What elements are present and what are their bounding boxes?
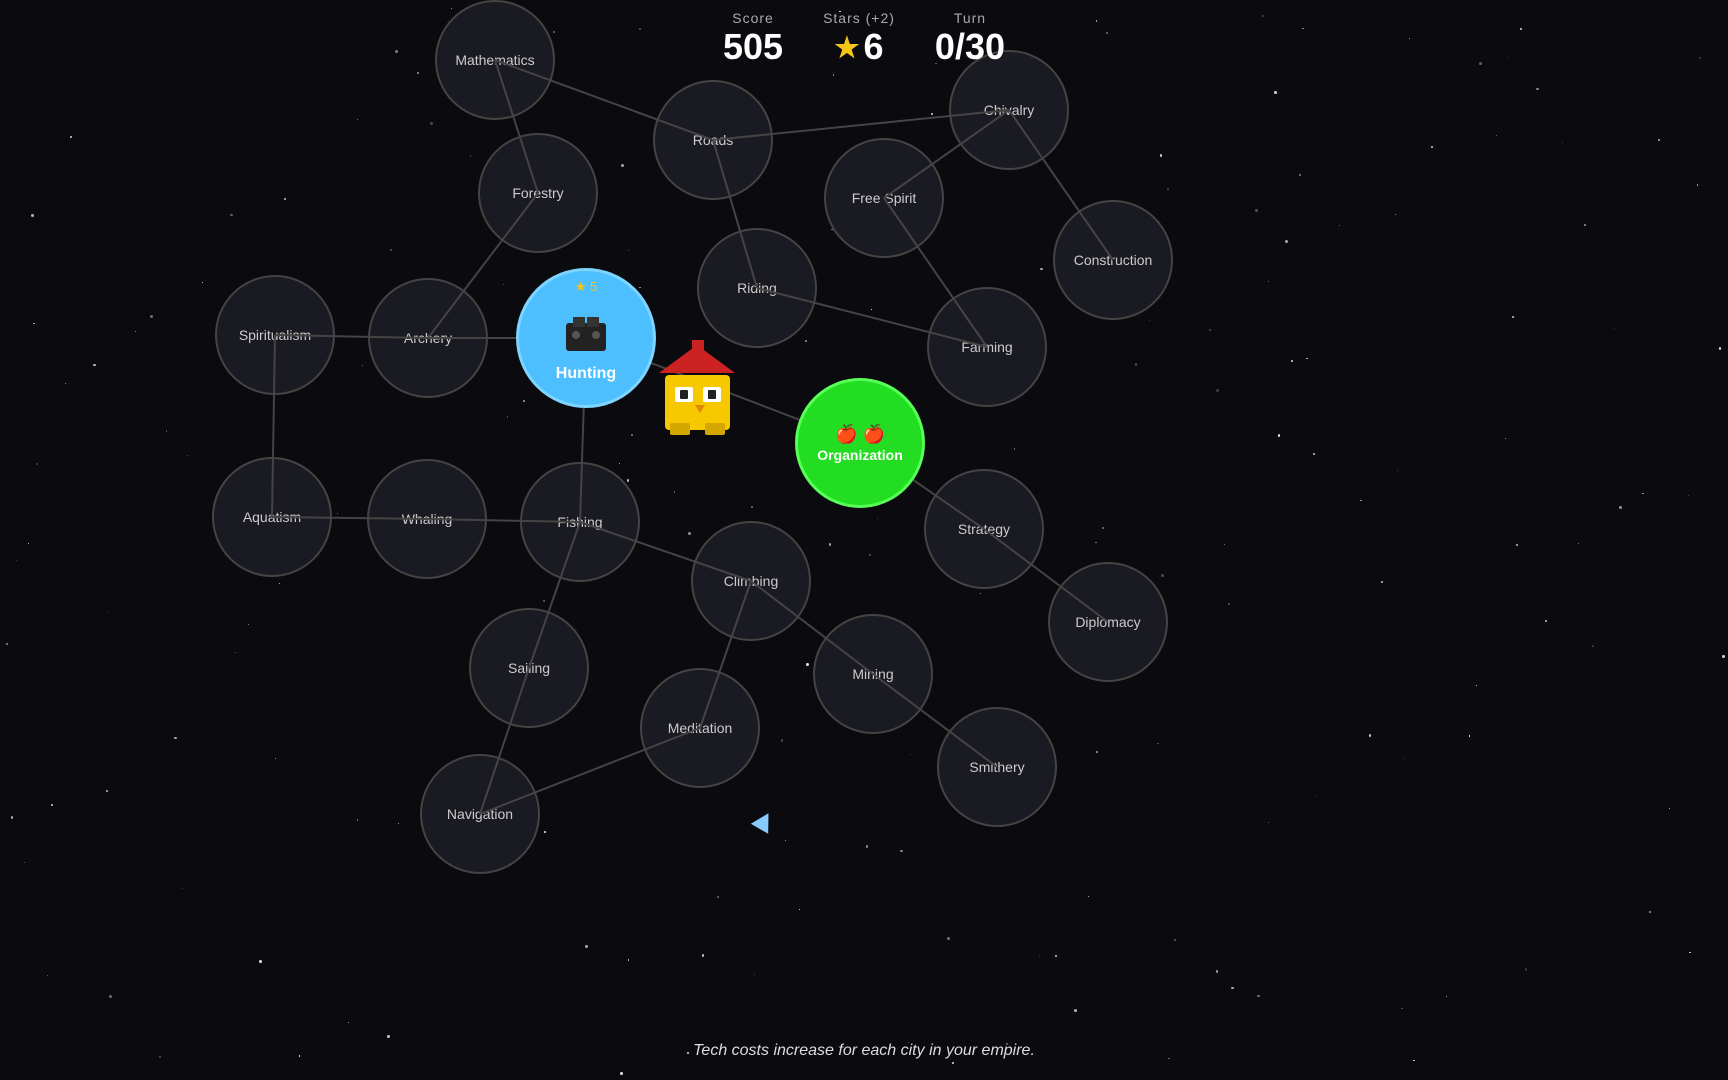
node-spiritualism[interactable]: Spiritualism <box>215 275 335 395</box>
node-label: Smithery <box>969 759 1024 775</box>
node-label: Chivalry <box>984 102 1035 118</box>
stars-label: Stars (+2) <box>823 10 895 26</box>
turn-value: 0/30 <box>935 26 1005 68</box>
node-label: Roads <box>693 132 733 148</box>
node-label: Spiritualism <box>239 327 311 343</box>
node-label: Strategy <box>958 521 1010 537</box>
character-sprite <box>645 335 755 445</box>
tip-text: Tech costs increase for each city in you… <box>693 1042 1035 1060</box>
hud: Score 505 Stars (+2) ★ 6 Turn 0/30 <box>723 10 1005 68</box>
node-whaling[interactable]: Whaling <box>367 459 487 579</box>
node-mining[interactable]: Mining <box>813 614 933 734</box>
score-value: 505 <box>723 26 783 68</box>
node-smithery[interactable]: Smithery <box>937 707 1057 827</box>
stars-display: Stars (+2) ★ 6 <box>823 10 895 68</box>
stars-number: 6 <box>864 26 884 68</box>
score-label: Score <box>732 10 774 26</box>
stars-value: ★ 6 <box>834 26 883 68</box>
node-forestry[interactable]: Forestry <box>478 133 598 253</box>
node-climbing[interactable]: Climbing <box>691 521 811 641</box>
node-sailing[interactable]: Sailing <box>469 608 589 728</box>
node-label: Mining <box>852 666 893 682</box>
turn-label: Turn <box>954 10 986 26</box>
node-label: Forestry <box>512 185 563 201</box>
node-label: Farming <box>961 339 1012 355</box>
node-label: Fishing <box>557 514 602 530</box>
node-diplomacy[interactable]: Diplomacy <box>1048 562 1168 682</box>
node-label: Climbing <box>724 573 778 589</box>
node-mathematics[interactable]: Mathematics <box>435 0 555 120</box>
node-hunting[interactable]: ★ 5 Hunting <box>516 268 656 408</box>
node-label: Sailing <box>508 660 550 676</box>
org-icons: 🍎 🍎 <box>835 424 885 445</box>
node-free_spirit[interactable]: Free Spirit <box>824 138 944 258</box>
node-label: Mathematics <box>455 52 534 68</box>
node-label: Aquatism <box>243 509 301 525</box>
turn-display: Turn 0/30 <box>935 10 1005 68</box>
node-label: Construction <box>1074 252 1153 268</box>
node-strategy[interactable]: Strategy <box>924 469 1044 589</box>
cursor <box>751 808 777 834</box>
node-aquatism[interactable]: Aquatism <box>212 457 332 577</box>
node-archery[interactable]: Archery <box>368 278 488 398</box>
node-fishing[interactable]: Fishing <box>520 462 640 582</box>
node-construction[interactable]: Construction <box>1053 200 1173 320</box>
node-roads[interactable]: Roads <box>653 80 773 200</box>
score-display: Score 505 <box>723 10 783 68</box>
node-label: Navigation <box>447 806 513 822</box>
star-icon: ★ <box>834 31 859 64</box>
node-organization[interactable]: 🍎 🍎 Organization <box>795 378 925 508</box>
node-label: Archery <box>404 330 452 346</box>
node-label: Diplomacy <box>1075 614 1140 630</box>
node-farming[interactable]: Farming <box>927 287 1047 407</box>
node-label: Riding <box>737 280 777 296</box>
node-meditation[interactable]: Meditation <box>640 668 760 788</box>
node-label: Whaling <box>402 511 453 527</box>
node-label: Hunting <box>556 365 616 383</box>
node-chivalry[interactable]: Chivalry <box>949 50 1069 170</box>
hunting-stars: ★ 5 <box>575 279 598 295</box>
node-label: Meditation <box>668 720 733 736</box>
node-navigation[interactable]: Navigation <box>420 754 540 874</box>
hunting-icon <box>561 313 611 361</box>
node-label: Free Spirit <box>852 190 917 206</box>
node-riding[interactable]: Riding <box>697 228 817 348</box>
node-label: Organization <box>817 447 903 463</box>
